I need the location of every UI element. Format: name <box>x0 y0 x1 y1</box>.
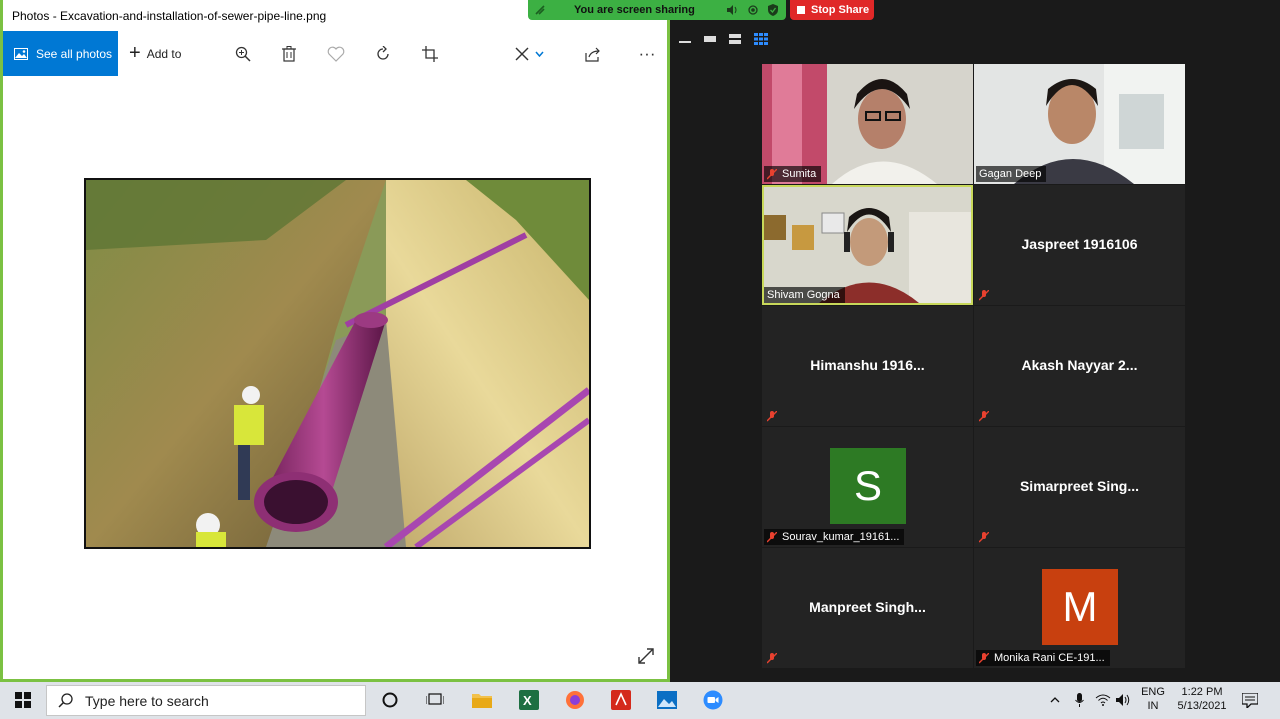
participant-name-centered: Himanshu 1916... <box>810 357 925 373</box>
zoom-app-icon[interactable] <box>701 688 725 712</box>
participant-status <box>764 408 787 424</box>
language-indicator[interactable]: ENG IN <box>1138 686 1168 712</box>
muted-mic-icon <box>767 531 777 542</box>
search-icon <box>58 693 73 708</box>
excel-icon[interactable]: X <box>517 688 541 712</box>
muted-mic-icon <box>979 410 989 421</box>
participant-tile[interactable]: Himanshu 1916... <box>762 306 973 426</box>
participant-status <box>976 408 999 424</box>
participant-avatar: S <box>830 448 906 524</box>
search-placeholder: Type here to search <box>85 692 209 709</box>
drag-handle-icon[interactable] <box>534 4 546 16</box>
clock[interactable]: 1:22 PM 5/13/2021 <box>1172 686 1232 712</box>
stop-share-label: Stop Share <box>811 4 870 16</box>
time-text: 1:22 PM <box>1181 686 1223 698</box>
zoom-in-icon[interactable] <box>232 43 254 65</box>
plus-icon: + <box>129 42 141 64</box>
participant-tile-video[interactable]: Gagan Deep <box>974 64 1185 184</box>
photos-icon <box>14 47 28 60</box>
windows-taskbar: Type here to search X ENG IN 1:22 PM 5/1 <box>0 682 1280 719</box>
chevron-down-icon[interactable] <box>533 43 545 65</box>
participant-tile-video[interactable]: Sumita <box>762 64 973 184</box>
participant-tile[interactable]: S Sourav_kumar_19161... <box>762 427 973 547</box>
participant-video-shivam-gogna <box>764 187 971 303</box>
participant-status <box>976 529 999 545</box>
participant-tile[interactable]: Simarpreet Sing... <box>974 427 1185 547</box>
strip-view-icon[interactable] <box>728 33 742 45</box>
add-to-label: Add to <box>146 46 182 61</box>
cortana-icon[interactable] <box>378 688 402 712</box>
crop-icon[interactable] <box>419 43 441 65</box>
notifications-icon[interactable] <box>1238 688 1262 712</box>
zoom-gallery-view: Sumita Gagan Deep Shivam Gogna Jaspreet … <box>672 22 1280 682</box>
photos-window: Photos - Excavation-and-installation-of-… <box>0 0 670 682</box>
chevron-up-icon[interactable] <box>1048 688 1062 712</box>
excavation-photo <box>84 178 591 549</box>
minimize-video-icon[interactable] <box>678 33 692 45</box>
muted-mic-icon <box>767 410 777 421</box>
participant-name-label: Shivam Gogna <box>764 287 845 303</box>
photos-app-icon[interactable] <box>655 688 679 712</box>
participant-name-label: Sourav_kumar_19161... <box>764 529 905 545</box>
favorite-heart-icon[interactable] <box>325 43 347 65</box>
see-all-photos-label: See all photos <box>36 46 113 61</box>
more-options-icon[interactable]: ··· <box>636 43 658 65</box>
participant-tile[interactable]: M Monika Rani CE-191... <box>974 548 1185 668</box>
screen-sharing-status-text: You are screen sharing <box>574 4 695 16</box>
participant-status <box>976 287 999 303</box>
acrobat-icon[interactable] <box>609 688 633 712</box>
edit-create-icon[interactable] <box>511 43 533 65</box>
participant-name-centered: Jaspreet 1916106 <box>1021 236 1138 252</box>
single-view-icon[interactable] <box>703 33 717 45</box>
stop-square-icon <box>797 6 805 14</box>
taskbar-search-input[interactable]: Type here to search <box>46 685 366 716</box>
volume-icon[interactable] <box>1115 688 1133 712</box>
svg-text:X: X <box>523 693 532 708</box>
participant-avatar: M <box>1042 569 1118 645</box>
participant-name-label: Sumita <box>764 166 822 182</box>
participant-status <box>764 650 787 666</box>
photos-toolbar: See all photos + Add to ··· <box>3 31 667 76</box>
participant-tile[interactable]: Manpreet Singh... <box>762 548 973 668</box>
add-to-button[interactable]: + Add to <box>129 31 181 76</box>
muted-mic-icon <box>979 652 989 663</box>
participant-name-centered: Manpreet Singh... <box>809 599 926 615</box>
delete-icon[interactable] <box>278 43 300 65</box>
wifi-icon[interactable] <box>1094 688 1112 712</box>
participant-tile-active-speaker[interactable]: Shivam Gogna <box>762 185 973 305</box>
window-title: Photos - Excavation-and-installation-of-… <box>12 9 327 23</box>
start-windows-icon[interactable] <box>11 688 35 712</box>
share-icon[interactable] <box>582 43 604 65</box>
recording-status-icon <box>748 5 758 15</box>
shield-icon <box>768 4 778 16</box>
participant-name-label: Monika Rani CE-191... <box>976 650 1110 666</box>
see-all-photos-button[interactable]: See all photos <box>3 31 118 76</box>
screen-share-status-bar[interactable]: You are screen sharing <box>528 0 786 20</box>
muted-mic-icon <box>979 531 989 542</box>
date-text: 5/13/2021 <box>1177 700 1227 712</box>
muted-mic-icon <box>767 168 777 179</box>
participant-name-centered: Akash Nayyar 2... <box>1021 357 1138 373</box>
participant-name-label: Gagan Deep <box>976 166 1047 182</box>
muted-mic-icon <box>979 289 989 300</box>
rotate-icon[interactable] <box>372 43 394 65</box>
stop-share-button[interactable]: Stop Share <box>790 0 874 20</box>
firefox-icon[interactable] <box>563 688 587 712</box>
expand-icon[interactable] <box>636 646 658 668</box>
participant-tile[interactable]: Akash Nayyar 2... <box>974 306 1185 426</box>
participant-name-centered: Simarpreet Sing... <box>1019 478 1140 494</box>
muted-mic-icon <box>767 652 777 663</box>
audio-icon[interactable] <box>727 5 738 15</box>
participant-tile[interactable]: Jaspreet 1916106 <box>974 185 1185 305</box>
file-explorer-icon[interactable] <box>470 688 494 712</box>
microphone-icon[interactable] <box>1072 688 1086 712</box>
gallery-view-icon[interactable] <box>754 33 768 45</box>
excavation-photo-image <box>86 180 589 547</box>
task-view-icon[interactable] <box>423 688 447 712</box>
